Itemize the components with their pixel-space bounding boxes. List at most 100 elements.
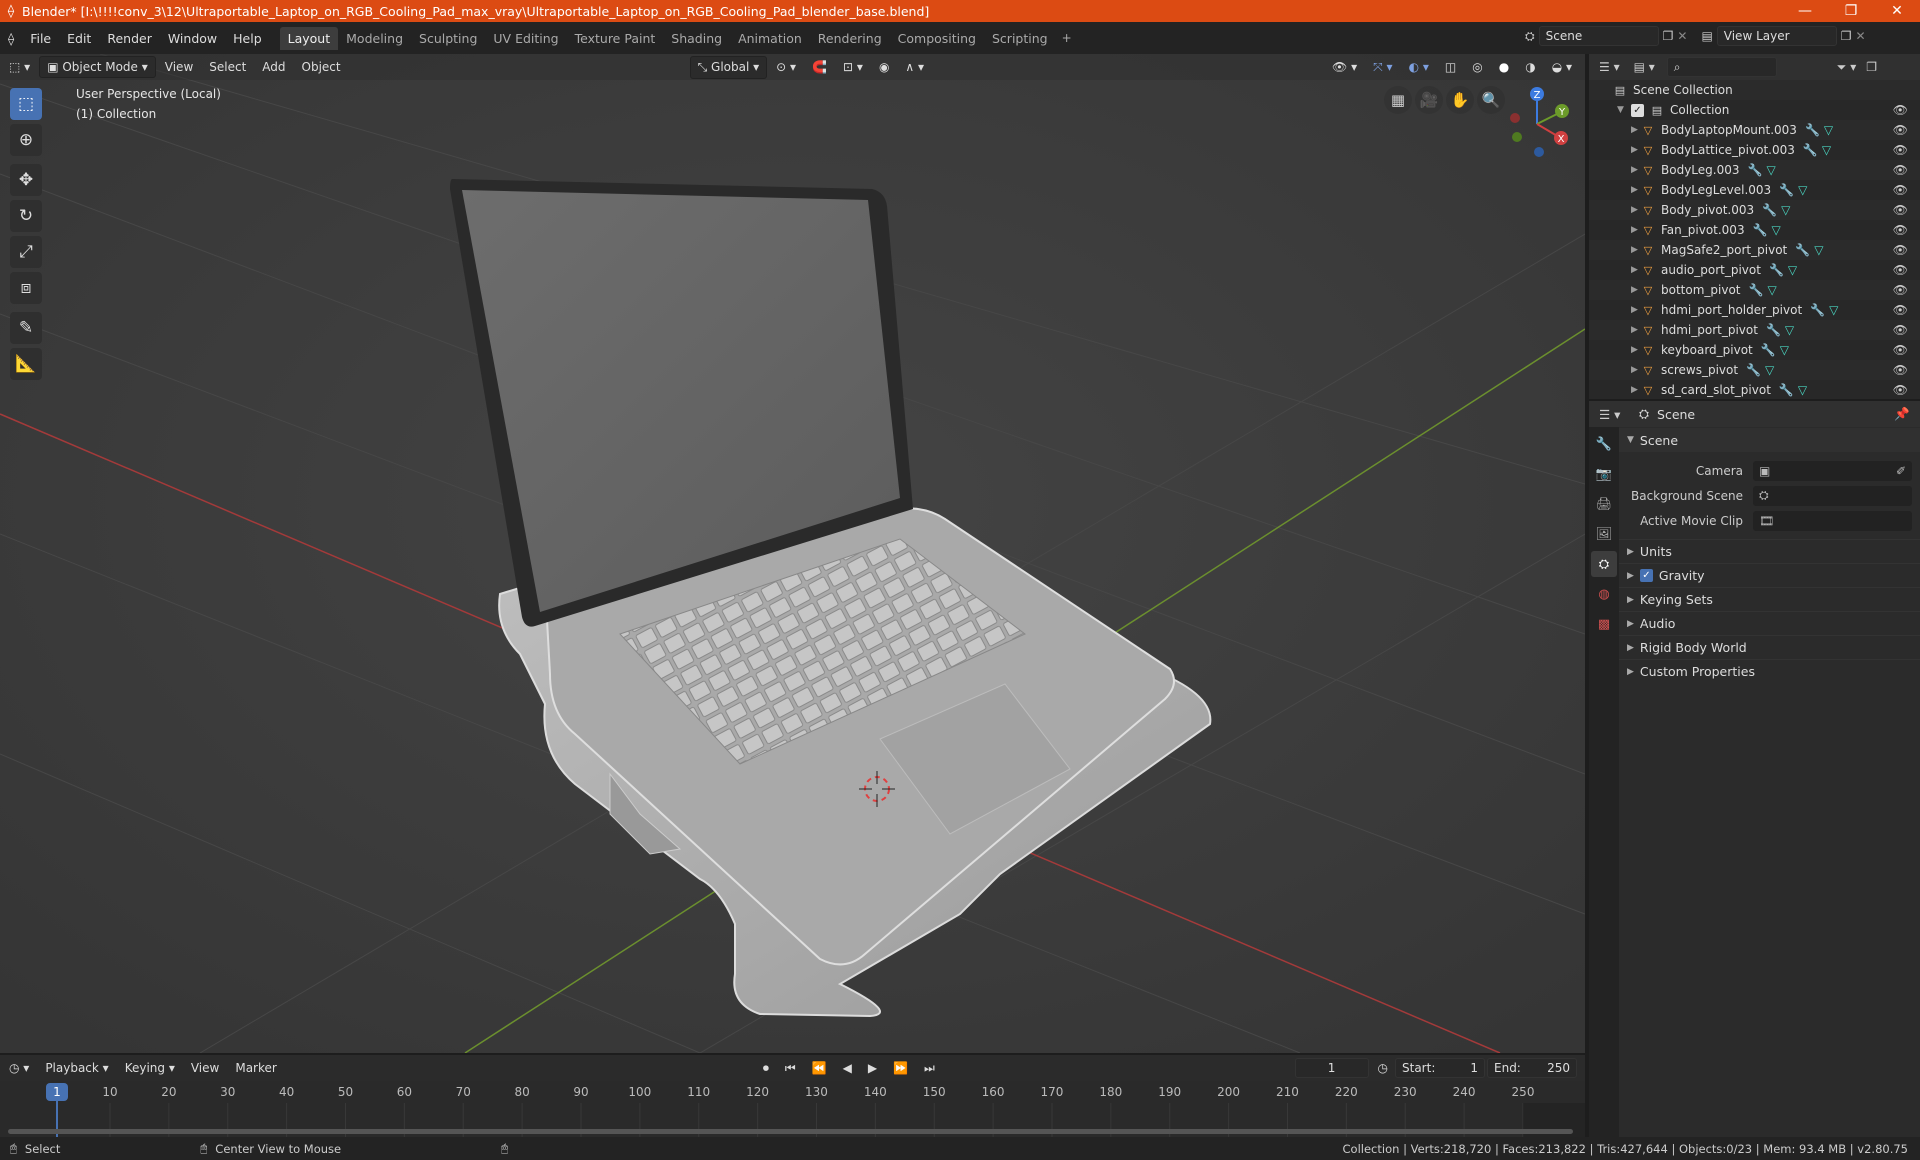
visibility-icon[interactable]: 👁 ▾ (1325, 57, 1364, 77)
play-reverse-icon[interactable]: ◀ (836, 1058, 859, 1078)
remove-view-layer-icon[interactable]: ✕ (1856, 29, 1866, 43)
mesh-data-icon[interactable]: ▽ (1785, 323, 1794, 337)
expand-arrow-icon[interactable]: ▶ (1631, 165, 1641, 175)
collection-row[interactable]: ▼ ✓ ▤ Collection 👁 (1589, 100, 1920, 120)
material-shading-icon[interactable]: ◑ (1518, 57, 1542, 77)
timeline-scrollbar[interactable] (8, 1129, 1573, 1134)
view-layer-icon[interactable]: ▤ (1701, 29, 1712, 43)
mesh-data-icon[interactable]: ▽ (1767, 283, 1776, 297)
menu-timeline-view[interactable]: View (184, 1058, 226, 1078)
modifier-wrench-icon[interactable]: 🔧 (1746, 363, 1761, 377)
collection-checkbox[interactable]: ✓ (1631, 103, 1644, 117)
mesh-data-icon[interactable]: ▽ (1772, 223, 1781, 237)
modifier-wrench-icon[interactable]: 🔧 (1749, 283, 1764, 297)
expand-arrow-icon[interactable]: ▶ (1631, 185, 1641, 195)
expand-arrow-icon[interactable]: ▶ (1631, 345, 1641, 355)
eye-icon[interactable]: 👁 (1893, 183, 1908, 197)
outliner-item[interactable]: ▶ ▽ BodyLaptopMount.003 🔧 ▽ 👁 (1589, 120, 1920, 140)
expand-arrow-icon[interactable]: ▶ (1631, 285, 1641, 295)
audio-section[interactable]: ▶ Audio (1619, 611, 1920, 635)
mesh-data-icon[interactable]: ▽ (1798, 183, 1807, 197)
new-view-layer-icon[interactable]: ❐ (1841, 29, 1852, 43)
neg-y-axis-icon[interactable] (1512, 132, 1522, 142)
display-mode-icon[interactable]: ▤ ▾ (1634, 60, 1655, 74)
eye-icon[interactable]: 👁 (1893, 103, 1908, 117)
world-tab-icon[interactable]: ◍ (1591, 581, 1617, 607)
new-collection-icon[interactable]: ❐ (1866, 60, 1877, 74)
camera-view-icon[interactable]: 🎥 (1415, 86, 1443, 114)
outliner-item[interactable]: ▶ ▽ hdmi_port_pivot 🔧 ▽ 👁 (1589, 320, 1920, 340)
mesh-data-icon[interactable]: ▽ (1788, 263, 1797, 277)
eye-icon[interactable]: 👁 (1893, 383, 1908, 397)
view-layer-field[interactable]: View Layer (1716, 26, 1837, 46)
menu-render[interactable]: Render (99, 31, 160, 46)
neg-z-axis-icon[interactable] (1534, 147, 1544, 157)
eye-icon[interactable]: 👁 (1893, 243, 1908, 257)
editor-type-icon[interactable]: ⬚ ▾ (2, 57, 37, 77)
proportional-edit-icon[interactable]: ◉ (872, 57, 896, 77)
gizmo-toggle-icon[interactable]: ⤧ ▾ (1366, 57, 1399, 78)
gravity-checkbox[interactable]: ✓ (1639, 569, 1653, 582)
outliner-item[interactable]: ▶ ▽ Body_pivot.003 🔧 ▽ 👁 (1589, 200, 1920, 220)
pin-icon[interactable]: 📌 (1894, 406, 1910, 422)
filter-icon[interactable]: ⏷ ▾ (1837, 60, 1856, 75)
play-icon[interactable]: ▶ (861, 1058, 884, 1078)
solid-shading-icon[interactable]: ● (1492, 57, 1516, 77)
new-scene-icon[interactable]: ❐ (1663, 29, 1674, 43)
eye-icon[interactable]: 👁 (1893, 143, 1908, 157)
modifier-wrench-icon[interactable]: 🔧 (1766, 323, 1781, 337)
cursor-tool-icon[interactable]: ⊕ (10, 124, 42, 156)
scene-panel-header[interactable]: ▼ Scene (1619, 428, 1920, 452)
units-section[interactable]: ▶ Units (1619, 539, 1920, 563)
modifier-wrench-icon[interactable]: 🔧 (1803, 143, 1818, 157)
collapse-arrow-icon[interactable]: ▼ (1617, 105, 1627, 115)
tab-scripting[interactable]: Scripting (984, 27, 1056, 50)
texture-tab-icon[interactable]: ▩ (1591, 611, 1617, 637)
maximize-button[interactable]: ❐ (1828, 3, 1874, 19)
prev-keyframe-icon[interactable]: ⏪ (805, 1058, 834, 1078)
mesh-data-icon[interactable]: ▽ (1781, 203, 1790, 217)
add-workspace-button[interactable]: + (1056, 31, 1078, 45)
active-movie-clip-field[interactable]: 🎞 (1753, 510, 1912, 531)
record-button-icon[interactable]: ⏺ (756, 1058, 776, 1079)
expand-arrow-icon[interactable]: ▶ (1631, 385, 1641, 395)
expand-arrow-icon[interactable]: ▶ (1631, 145, 1641, 155)
outliner-item[interactable]: ▶ ▽ BodyLegLevel.003 🔧 ▽ 👁 (1589, 180, 1920, 200)
start-frame-field[interactable]: Start: 1 (1395, 1058, 1485, 1078)
expand-arrow-icon[interactable]: ▶ (1631, 245, 1641, 255)
output-tab-icon[interactable]: 🖨 (1591, 491, 1617, 517)
scale-tool-icon[interactable]: ⤢ (10, 236, 42, 268)
eye-icon[interactable]: 👁 (1893, 163, 1908, 177)
menu-add[interactable]: Add (255, 57, 292, 77)
outliner-item[interactable]: ▶ ▽ keyboard_pivot 🔧 ▽ 👁 (1589, 340, 1920, 360)
modifier-wrench-icon[interactable]: 🔧 (1761, 343, 1776, 357)
expand-arrow-icon[interactable]: ▶ (1631, 205, 1641, 215)
eye-icon[interactable]: 👁 (1893, 303, 1908, 317)
falloff-icon[interactable]: ∧ ▾ (898, 57, 931, 77)
modifier-wrench-icon[interactable]: 🔧 (1810, 303, 1825, 317)
menu-file[interactable]: File (22, 31, 59, 46)
annotate-tool-icon[interactable]: ✎ (10, 312, 42, 344)
snap-icon[interactable]: 🧲 (805, 57, 834, 77)
expand-arrow-icon[interactable]: ▶ (1631, 365, 1641, 375)
scene-tab-icon[interactable]: ⛭ (1591, 551, 1617, 577)
modifier-wrench-icon[interactable]: 🔧 (1748, 163, 1763, 177)
mesh-data-icon[interactable]: ▽ (1780, 343, 1789, 357)
expand-arrow-icon[interactable]: ▶ (1631, 225, 1641, 235)
outliner-item[interactable]: ▶ ▽ hdmi_port_holder_pivot 🔧 ▽ 👁 (1589, 300, 1920, 320)
eye-icon[interactable]: 👁 (1893, 263, 1908, 277)
mesh-data-icon[interactable]: ▽ (1766, 163, 1775, 177)
modifier-wrench-icon[interactable]: 🔧 (1779, 183, 1794, 197)
menu-window[interactable]: Window (160, 31, 225, 46)
jump-start-icon[interactable]: ⏮ (778, 1058, 803, 1079)
outliner-item[interactable]: ▶ ▽ BodyLattice_pivot.003 🔧 ▽ 👁 (1589, 140, 1920, 160)
modifier-wrench-icon[interactable]: 🔧 (1805, 123, 1820, 137)
xray-toggle-icon[interactable]: ◫ (1438, 57, 1463, 77)
outliner-item[interactable]: ▶ ▽ audio_port_pivot 🔧 ▽ 👁 (1589, 260, 1920, 280)
outliner-editor-type-icon[interactable]: ☰ ▾ (1599, 60, 1620, 74)
preview-range-icon[interactable]: ◷ (1371, 1058, 1395, 1078)
wireframe-shading-icon[interactable]: ◎ (1465, 57, 1489, 77)
outliner-item[interactable]: ▶ ▽ sd_card_slot_pivot 🔧 ▽ 👁 (1589, 380, 1920, 399)
rotate-tool-icon[interactable]: ↻ (10, 200, 42, 232)
outliner-item[interactable]: ▶ ▽ bottom_pivot 🔧 ▽ 👁 (1589, 280, 1920, 300)
